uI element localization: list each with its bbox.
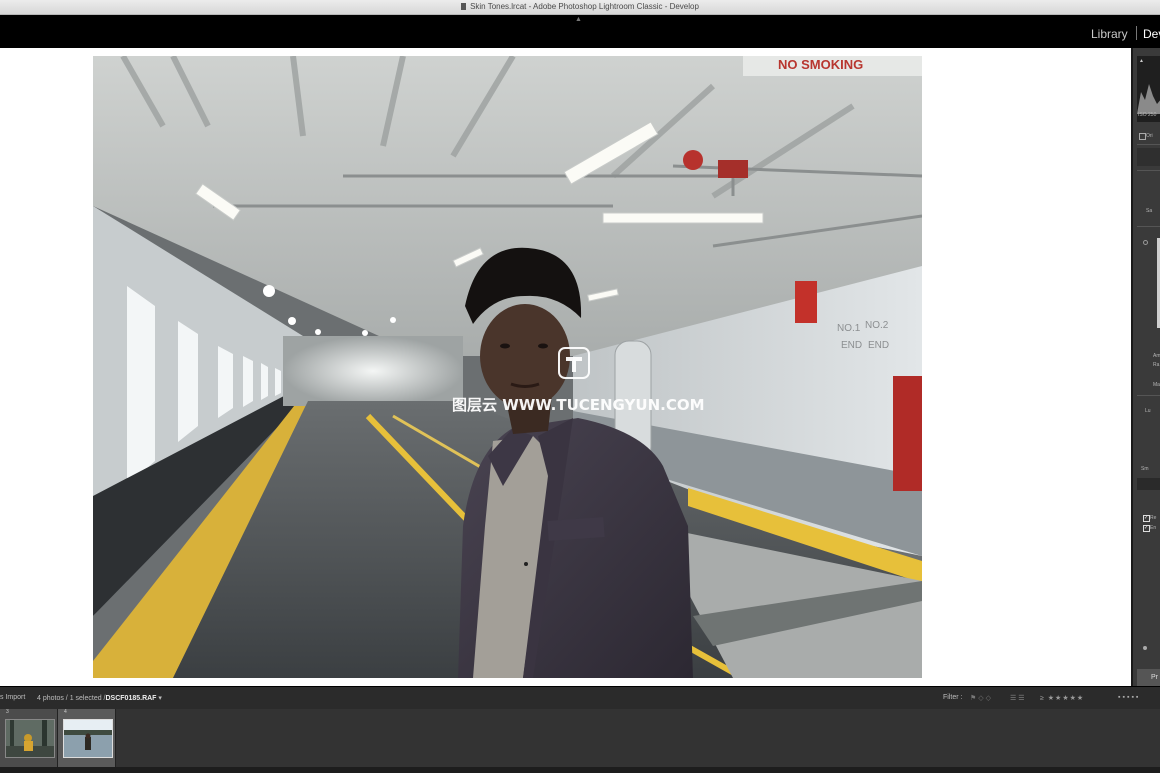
thumbnail-cell[interactable]: 3 xyxy=(0,709,58,767)
module-library[interactable]: Library xyxy=(1091,27,1128,41)
enable-profile-corrections-checkbox[interactable]: ✓ xyxy=(1143,515,1150,522)
histogram[interactable]: ▲ ISO 250 xyxy=(1137,56,1160,122)
source-dropdown-icon: ▾ xyxy=(158,695,162,702)
panel-label-luminance: Lu xyxy=(1145,408,1151,414)
filmstrip-empty-area xyxy=(117,709,1160,767)
rating-filter-stars[interactable]: ≥ ★★★★★ xyxy=(1040,694,1084,702)
panel-divider xyxy=(1137,226,1160,227)
thumbnail-image[interactable] xyxy=(5,719,55,758)
histogram-info: ISO 250 xyxy=(1138,112,1157,118)
thumbnail-cell-selected[interactable]: 4 xyxy=(58,709,116,767)
watermark-text: 图层云 WWW.TUCENGYUN.COM xyxy=(452,396,705,414)
photo-count-label: 4 photos / 1 selected / xyxy=(37,695,106,702)
collapse-top-panel-icon[interactable]: ▲ xyxy=(575,16,582,23)
filmstrip: 3 4 xyxy=(0,709,1160,767)
panel-divider xyxy=(1137,144,1160,145)
module-picker-bar: ▲ Library Dev xyxy=(0,15,1160,48)
wall-label-end2: END xyxy=(868,340,889,351)
thumbnail-number: 3 xyxy=(6,709,9,715)
wall-label-no2: NO.2 xyxy=(865,320,889,331)
panel-label-smoothness: Sm xyxy=(1141,466,1149,472)
window-title-bar: Skin Tones.lrcat - Adobe Photoshop Light… xyxy=(0,0,1160,15)
flag-filter-icons[interactable]: ⚑◇◇ xyxy=(970,694,993,702)
panel-divider xyxy=(1137,170,1160,171)
wall-label-end1: END xyxy=(841,340,862,351)
previous-button-label: Pr xyxy=(1151,674,1158,681)
panel-label-enable: En xyxy=(1150,525,1157,531)
no-smoking-sign: NO SMOKING xyxy=(778,57,863,72)
lake-thumbnail xyxy=(64,720,112,757)
panel-label-radius: Ra xyxy=(1153,362,1160,368)
panel-label-remove-ca: Re xyxy=(1150,515,1157,521)
window-bottom-edge xyxy=(0,767,1160,773)
stack-filter-icons[interactable]: ☰☰ xyxy=(1010,694,1027,702)
panel-header xyxy=(1137,478,1160,490)
panel-label-saturation: Sa xyxy=(1146,208,1153,214)
panel-label-masking: Ma xyxy=(1153,382,1160,388)
toolbar-strip xyxy=(1137,148,1160,166)
develop-canvas: NO SMOKING NO.1 NO.2 END END 图层云 WWW.TUC… xyxy=(0,48,1131,686)
enable-profile-checkbox[interactable]: ✓ xyxy=(1143,525,1150,532)
module-develop[interactable]: Dev xyxy=(1143,27,1160,41)
thumbnail-image[interactable] xyxy=(63,719,113,758)
panel-divider xyxy=(1137,395,1160,396)
window-title: Skin Tones.lrcat - Adobe Photoshop Light… xyxy=(0,2,1160,11)
ferry-corridor-photo: NO SMOKING NO.1 NO.2 END END 图层云 WWW.TUC… xyxy=(93,56,922,678)
histogram-collapse-icon[interactable]: ▲ xyxy=(1139,58,1144,64)
import-source-label[interactable]: s Import xyxy=(0,694,25,701)
module-separator xyxy=(1136,26,1137,40)
original-photo-checkbox[interactable] xyxy=(1139,133,1146,140)
document-icon xyxy=(461,3,467,10)
panel-toggle-icon[interactable] xyxy=(1143,240,1148,245)
thumbnail-number: 4 xyxy=(64,709,67,715)
selected-filename: DSCF0185.RAF xyxy=(105,695,157,702)
previous-button[interactable]: Pr xyxy=(1137,669,1160,686)
filter-label: Filter : xyxy=(943,694,963,701)
window-title-text: Skin Tones.lrcat - Adobe Photoshop Light… xyxy=(470,2,699,11)
right-panel: ▲ ISO 250 Ori Sa Am Ra Ma Lu Sm ✓ Re ✓ E… xyxy=(1131,48,1160,686)
filmstrip-header: s Import 4 photos / 1 selected /DSCF0185… xyxy=(0,686,1160,710)
wall-label-no1: NO.1 xyxy=(837,323,861,334)
main-photo[interactable]: NO SMOKING NO.1 NO.2 END END 图层云 WWW.TUC… xyxy=(93,56,922,678)
panel-toggle-icon-bottom[interactable] xyxy=(1143,646,1147,650)
histogram-graph xyxy=(1137,84,1160,114)
original-photo-label: Ori xyxy=(1146,133,1153,139)
color-label-filter[interactable]: ▪▪▪▪▪ xyxy=(1118,694,1140,701)
forest-thumbnail xyxy=(6,720,54,757)
filmstrip-source-info[interactable]: 4 photos / 1 selected /DSCF0185.RAF ▾ xyxy=(37,694,162,702)
panel-label-amount: Am xyxy=(1153,353,1160,359)
